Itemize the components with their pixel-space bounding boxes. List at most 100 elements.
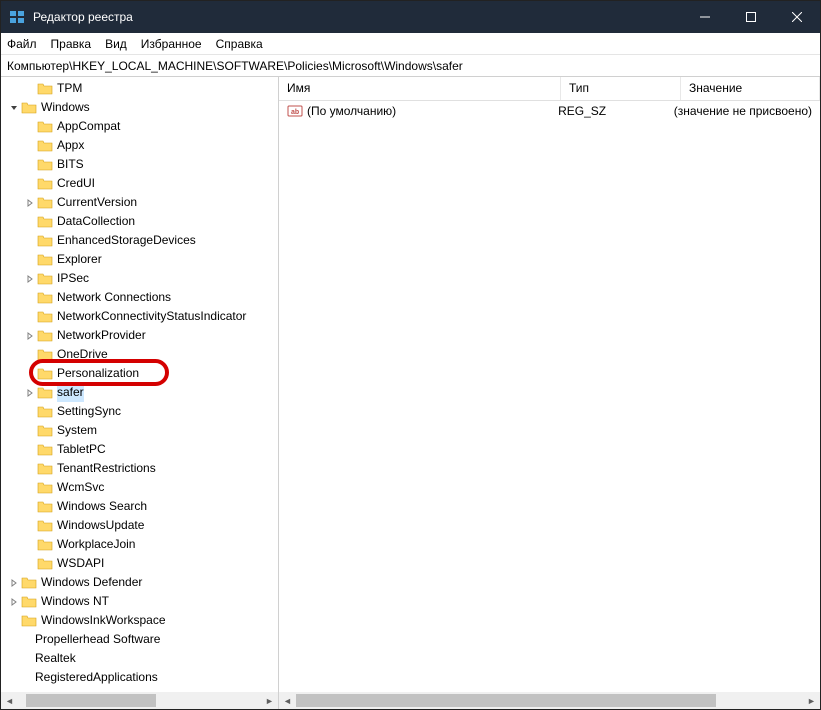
folder-icon (21, 576, 37, 590)
tree-item-label: Windows Defender (41, 573, 142, 592)
chevron-right-icon[interactable] (23, 386, 37, 400)
tree-item[interactable]: TabletPC (3, 440, 278, 459)
tree-item[interactable]: TenantRestrictions (3, 459, 278, 478)
minimize-button[interactable] (682, 1, 728, 33)
expander-spacer (23, 519, 37, 533)
tree-item[interactable]: Personalization (3, 364, 278, 383)
folder-icon (21, 614, 37, 628)
chevron-right-icon[interactable] (7, 595, 21, 609)
expander-spacer (23, 310, 37, 324)
string-value-icon: ab (287, 103, 303, 119)
tree-item-label: NetworkConnectivityStatusIndicator (57, 307, 246, 326)
column-name[interactable]: Имя (279, 77, 561, 100)
tree-item[interactable]: OneDrive (3, 345, 278, 364)
folder-icon (37, 177, 53, 191)
registry-tree[interactable]: TPMWindowsAppCompatAppxBITSCredUICurrent… (1, 77, 278, 692)
tree-item[interactable]: EnhancedStorageDevices (3, 231, 278, 250)
tree-item[interactable]: Windows Defender (3, 573, 278, 592)
tree-item-label: WindowsUpdate (57, 516, 144, 535)
tree-item[interactable]: System (3, 421, 278, 440)
expander-spacer (23, 234, 37, 248)
tree-item[interactable]: WindowsInkWorkspace (3, 611, 278, 630)
menu-edit[interactable]: Правка (51, 37, 92, 51)
maximize-button[interactable] (728, 1, 774, 33)
scroll-thumb[interactable] (296, 694, 716, 707)
tree-item-label: Windows Search (57, 497, 147, 516)
tree-item-label: BITS (57, 155, 84, 174)
folder-icon (37, 120, 53, 134)
tree-item[interactable]: Appx (3, 136, 278, 155)
tree-item-label: RegisteredApplications (35, 668, 158, 687)
tree-item-label: Appx (57, 136, 84, 155)
tree-item[interactable]: BITS (3, 155, 278, 174)
column-type[interactable]: Тип (561, 77, 681, 100)
chevron-right-icon[interactable] (7, 576, 21, 590)
tree-item[interactable]: WorkplaceJoin (3, 535, 278, 554)
chevron-right-icon[interactable] (23, 196, 37, 210)
svg-text:ab: ab (291, 109, 299, 116)
chevron-down-icon[interactable] (7, 101, 21, 115)
menu-view[interactable]: Вид (105, 37, 127, 51)
column-value[interactable]: Значение (681, 77, 820, 100)
tree-item[interactable]: Network Connections (3, 288, 278, 307)
scroll-track[interactable] (18, 692, 261, 709)
folder-icon (21, 595, 37, 609)
folder-icon (37, 367, 53, 381)
tree-item[interactable]: WcmSvc (3, 478, 278, 497)
menubar: Файл Правка Вид Избранное Справка (1, 33, 820, 55)
tree-item[interactable]: Windows NT (3, 592, 278, 611)
chevron-right-icon[interactable] (23, 272, 37, 286)
tree-item[interactable]: Propellerhead Software (3, 630, 278, 649)
tree-item[interactable]: DataCollection (3, 212, 278, 231)
scroll-right-button[interactable]: ► (803, 692, 820, 709)
tree-item[interactable]: Realtek (3, 649, 278, 668)
tree-item[interactable]: Explorer (3, 250, 278, 269)
menu-favorites[interactable]: Избранное (141, 37, 202, 51)
tree-item[interactable]: WindowsUpdate (3, 516, 278, 535)
close-button[interactable] (774, 1, 820, 33)
tree-item-label: Explorer (57, 250, 102, 269)
tree-item[interactable]: RegisteredApplications (3, 668, 278, 687)
tree-item[interactable]: safer (3, 383, 278, 402)
folder-icon (37, 462, 53, 476)
folder-icon (37, 500, 53, 514)
chevron-right-icon[interactable] (23, 329, 37, 343)
scroll-track[interactable] (296, 692, 803, 709)
tree-item[interactable]: WSDAPI (3, 554, 278, 573)
folder-icon (37, 196, 53, 210)
tree-item[interactable]: CredUI (3, 174, 278, 193)
tree-hscrollbar[interactable]: ◄ ► (1, 692, 278, 709)
folder-icon (37, 253, 53, 267)
tree-item[interactable]: AppCompat (3, 117, 278, 136)
tree-item-label: Realtek (35, 649, 76, 668)
scroll-right-button[interactable]: ► (261, 692, 278, 709)
tree-item[interactable]: NetworkConnectivityStatusIndicator (3, 307, 278, 326)
folder-icon (37, 424, 53, 438)
menu-help[interactable]: Справка (216, 37, 263, 51)
expander-spacer (23, 177, 37, 191)
folder-icon (37, 386, 53, 400)
tree-item-label: WorkplaceJoin (57, 535, 135, 554)
tree-item[interactable]: IPSec (3, 269, 278, 288)
tree-item[interactable]: CurrentVersion (3, 193, 278, 212)
tree-item-label: OneDrive (57, 345, 108, 364)
list-hscrollbar[interactable]: ◄ ► (279, 692, 820, 709)
address-bar[interactable]: Компьютер\HKEY_LOCAL_MACHINE\SOFTWARE\Po… (1, 55, 820, 77)
tree-item[interactable]: Windows Search (3, 497, 278, 516)
folder-icon (37, 234, 53, 248)
tree-item-label: WcmSvc (57, 478, 104, 497)
expander-spacer (23, 557, 37, 571)
scroll-thumb[interactable] (26, 694, 156, 707)
scroll-left-button[interactable]: ◄ (279, 692, 296, 709)
list-row[interactable]: ab (По умолчанию) REG_SZ (значение не пр… (279, 101, 820, 120)
tree-item[interactable]: SettingSync (3, 402, 278, 421)
scroll-left-button[interactable]: ◄ (1, 692, 18, 709)
tree-item[interactable]: Windows (3, 98, 278, 117)
list-pane: Имя Тип Значение ab (По умолчанию) REG_S… (279, 77, 820, 709)
tree-item[interactable]: TPM (3, 79, 278, 98)
expander-spacer (23, 348, 37, 362)
menu-file[interactable]: Файл (7, 37, 37, 51)
expander-spacer (23, 82, 37, 96)
tree-item[interactable]: NetworkProvider (3, 326, 278, 345)
tree-item-label: EnhancedStorageDevices (57, 231, 196, 250)
